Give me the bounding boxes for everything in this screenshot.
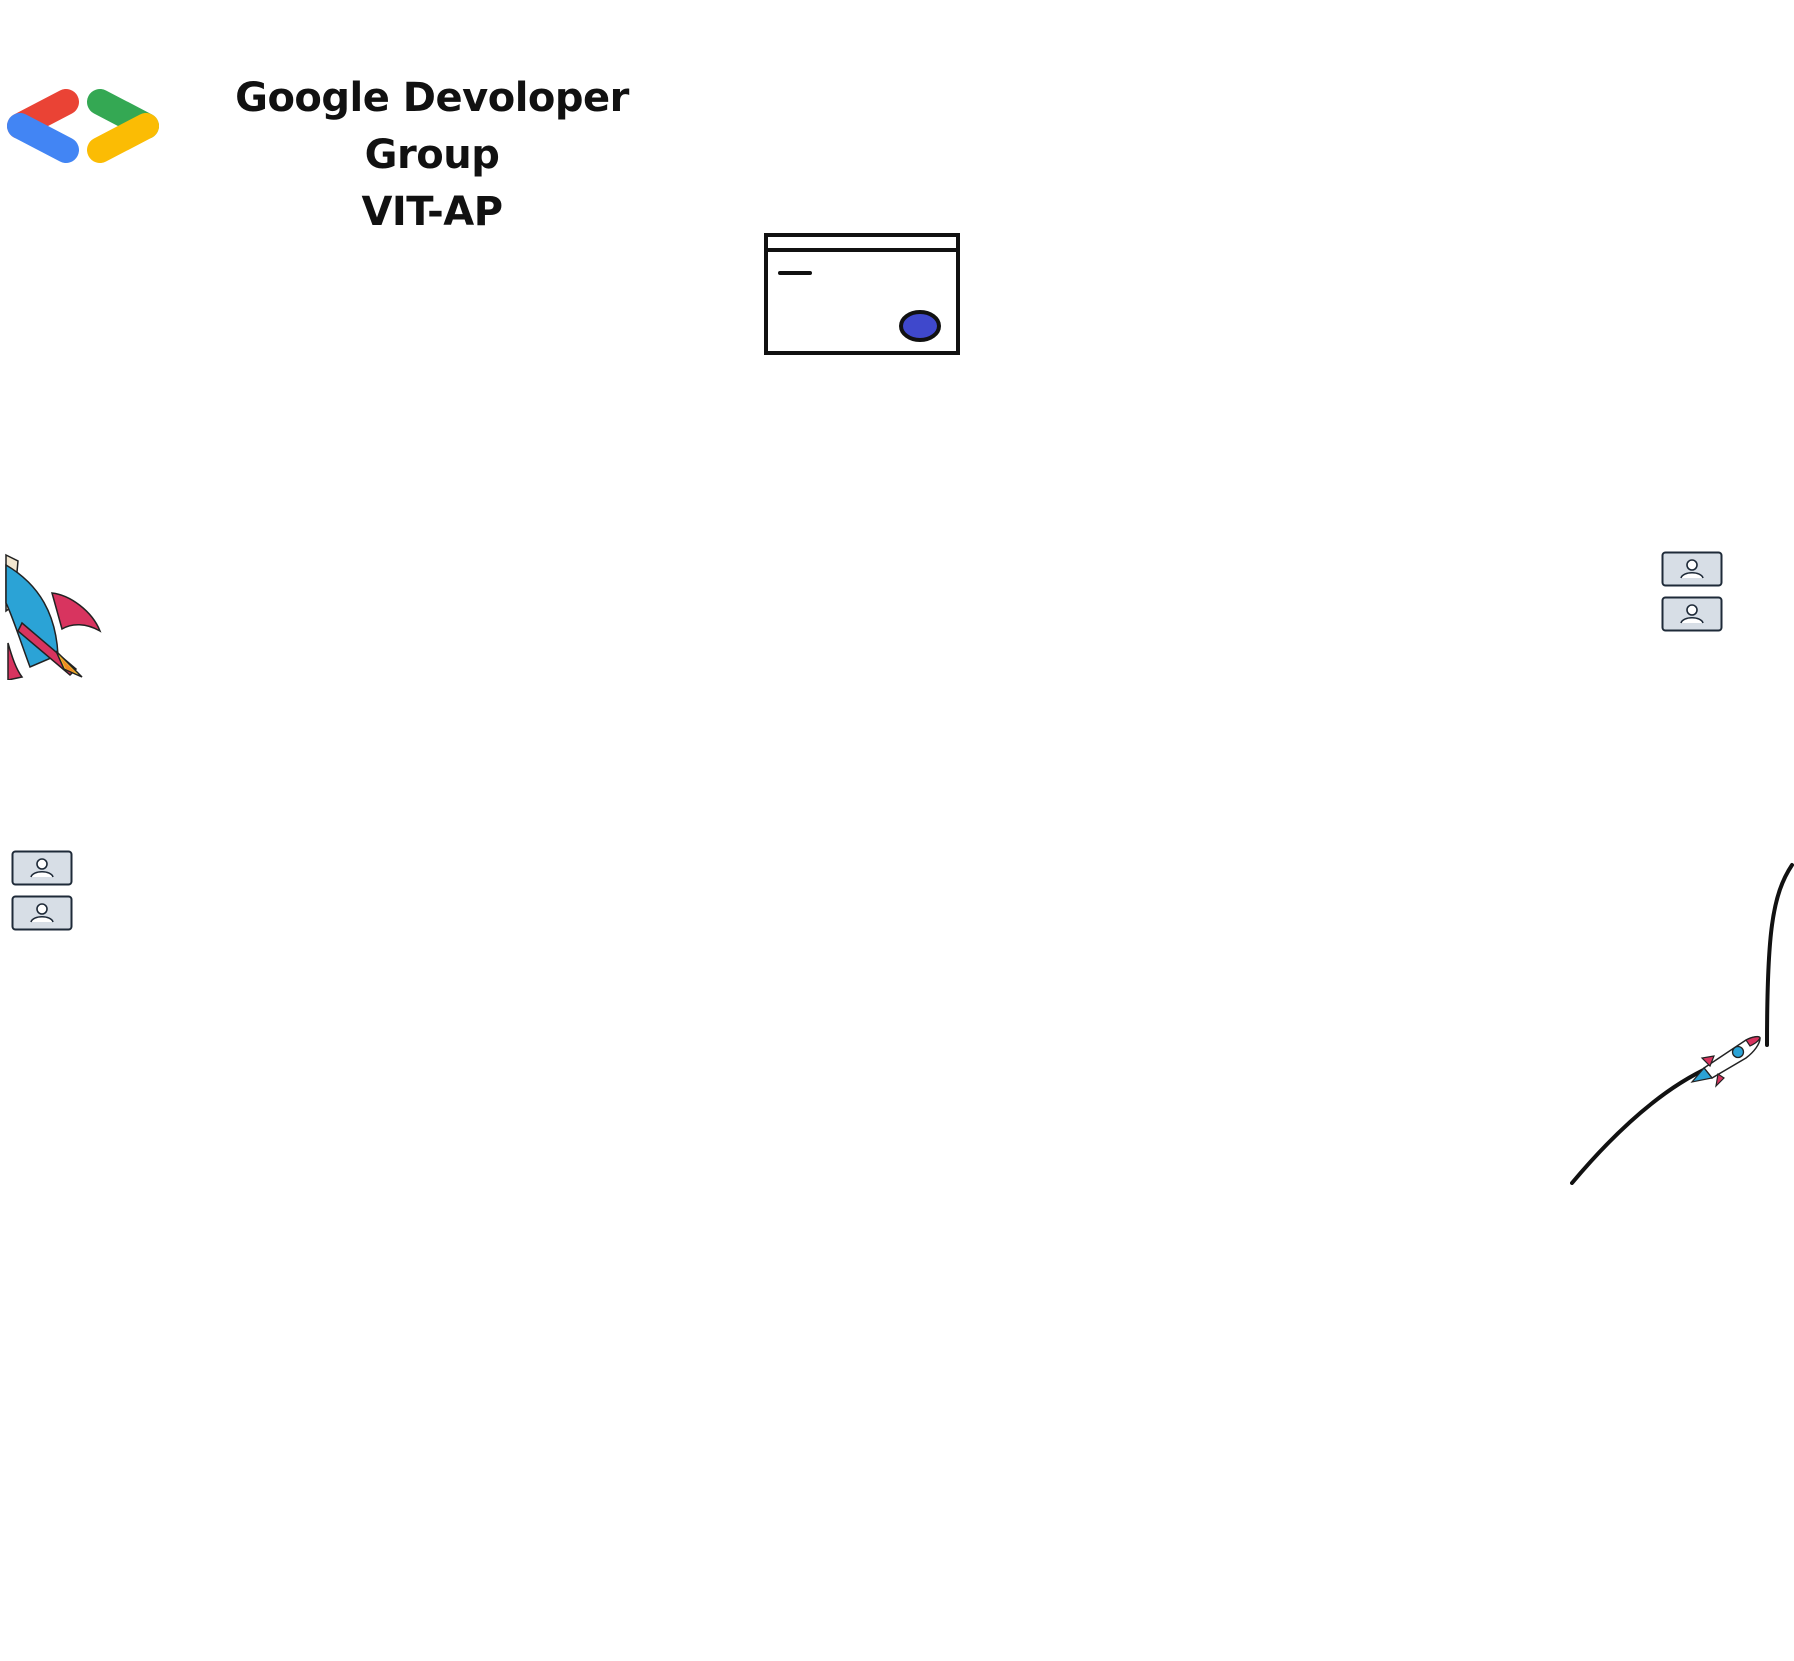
user-card-icon	[11, 895, 73, 931]
brand-title: Google Devoloper Group VIT-AP	[182, 70, 682, 241]
brand-header: Google Devoloper Group VIT-AP	[0, 70, 700, 235]
user-card-icon	[11, 850, 73, 886]
trajectory-line	[1570, 863, 1794, 1185]
avatar-stack-left	[11, 850, 73, 940]
brand-title-line2: VIT-AP	[361, 189, 503, 235]
user-card-icon	[1661, 596, 1723, 632]
rocket-large-icon	[5, 553, 102, 680]
brand-title-line1: Google Devoloper Group	[235, 75, 629, 178]
browser-window-icon	[764, 233, 960, 355]
user-card-icon	[1661, 551, 1723, 587]
rocket-small-icon	[1690, 1035, 1761, 1088]
avatar-stack-right	[1661, 551, 1723, 641]
gdg-logo-icon	[7, 89, 159, 163]
